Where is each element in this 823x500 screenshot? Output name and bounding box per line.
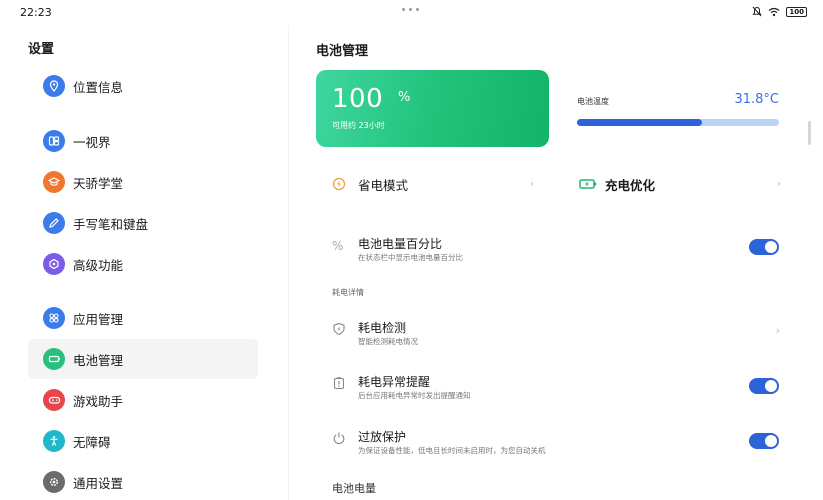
battery-percentage-toggle[interactable] bbox=[749, 239, 779, 255]
sidebar-item-label: 天骄学堂 bbox=[73, 175, 124, 191]
sidebar-item-label: 无障碍 bbox=[73, 434, 111, 450]
sidebar-item-label: 一视界 bbox=[73, 134, 111, 150]
settings-sidebar: 设置 位置信息 一视界 天骄学堂 手写笔和键盘 高级功能 应用管理 电池管理 游… bbox=[0, 26, 288, 500]
chevron-right-icon: › bbox=[776, 177, 781, 190]
accessibility-icon bbox=[43, 430, 65, 452]
alert-battery-icon bbox=[333, 377, 345, 390]
sidebar-item-battery[interactable]: 电池管理 bbox=[28, 339, 258, 379]
wifi-icon bbox=[769, 7, 780, 16]
power-icon bbox=[333, 432, 345, 445]
page-title: 电池管理 bbox=[316, 44, 369, 59]
battery-percentage-row: % 电池电量百分比 在状态栏中显示电池电量百分比 bbox=[332, 231, 782, 267]
sidebar-item-game[interactable]: 游戏助手 bbox=[28, 380, 258, 420]
location-icon bbox=[43, 75, 65, 97]
status-time: 22:23 bbox=[20, 6, 52, 19]
discharge-protection-subtitle: 为保证设备性能，低电且长时间未启用时，为您自动关机 bbox=[358, 446, 546, 455]
features-icon bbox=[43, 253, 65, 275]
status-icons: 100 bbox=[752, 6, 807, 17]
sidebar-item-academy[interactable]: 天骄学堂 bbox=[28, 162, 258, 202]
apps-icon bbox=[43, 307, 65, 329]
sidebar-item-label: 手写笔和键盘 bbox=[73, 216, 149, 232]
multi-window-icon bbox=[43, 130, 65, 152]
power-saving-icon bbox=[332, 177, 346, 191]
sidebar-item-general[interactable]: 通用设置 bbox=[28, 462, 258, 500]
battery-icon bbox=[43, 348, 65, 370]
battery-remaining: 可用约 23小时 bbox=[332, 121, 385, 130]
multitask-dots-icon[interactable] bbox=[402, 8, 419, 11]
discharge-protection-toggle[interactable] bbox=[749, 433, 779, 449]
gear-icon bbox=[43, 471, 65, 493]
sidebar-item-label: 位置信息 bbox=[73, 79, 124, 95]
shield-icon bbox=[333, 322, 345, 336]
abnormal-alert-toggle[interactable] bbox=[749, 378, 779, 394]
percent-icon: % bbox=[332, 239, 344, 253]
panel-divider bbox=[288, 26, 289, 500]
sidebar-item-accessibility[interactable]: 无障碍 bbox=[28, 421, 258, 461]
sidebar-item-label: 通用设置 bbox=[73, 475, 124, 491]
battery-percentage-title: 电池电量百分比 bbox=[358, 237, 443, 251]
sidebar-item-advanced[interactable]: 高级功能 bbox=[28, 244, 258, 284]
battery-status-badge: 100 bbox=[786, 6, 807, 17]
sidebar-item-multiview[interactable]: 一视界 bbox=[28, 121, 258, 161]
charge-optimization-label: 充电优化 bbox=[605, 177, 656, 193]
pen-icon bbox=[43, 212, 65, 234]
sidebar-item-pen-keyboard[interactable]: 手写笔和键盘 bbox=[28, 203, 258, 243]
scrollbar[interactable] bbox=[808, 121, 811, 145]
sidebar-item-location[interactable]: 位置信息 bbox=[28, 66, 258, 106]
section-label-details: 耗电详情 bbox=[332, 288, 364, 297]
discharge-protection-title: 过放保护 bbox=[358, 430, 407, 444]
battery-percent-unit: % bbox=[398, 90, 411, 105]
temperature-label: 电池温度 bbox=[577, 97, 609, 106]
abnormal-alert-title: 耗电异常提醒 bbox=[358, 375, 431, 389]
sidebar-item-label: 电池管理 bbox=[73, 352, 124, 368]
sidebar-item-label: 应用管理 bbox=[73, 311, 124, 327]
charge-optimization-tile[interactable]: 充电优化 › bbox=[579, 169, 781, 199]
section-label-battery-level: 电池电量 bbox=[332, 482, 376, 495]
temperature-value: 31.8°C bbox=[734, 92, 779, 107]
gamepad-icon bbox=[43, 389, 65, 411]
battery-percent: 100 bbox=[332, 84, 384, 114]
power-saving-tile[interactable]: 省电模式 › bbox=[332, 169, 534, 199]
sidebar-item-label: 游戏助手 bbox=[73, 393, 124, 409]
abnormal-alert-row: 耗电异常提醒 后台应用耗电异常时发出提醒通知 bbox=[332, 369, 782, 405]
sidebar-item-label: 高级功能 bbox=[73, 257, 124, 273]
battery-percentage-subtitle: 在状态栏中显示电池电量百分比 bbox=[358, 253, 463, 262]
battery-level-card[interactable]: 100 % 可用约 23小时 bbox=[316, 70, 549, 147]
battery-panel: 电池管理 100 % 可用约 23小时 电池温度 31.8°C 省电模式 › 充… bbox=[300, 26, 800, 500]
discharge-protection-row: 过放保护 为保证设备性能，低电且长时间未启用时，为您自动关机 bbox=[332, 424, 782, 460]
consumption-check-row[interactable]: 耗电检测 智能检测耗电情况 › bbox=[332, 315, 782, 351]
sidebar-item-apps[interactable]: 应用管理 bbox=[28, 298, 258, 338]
chevron-right-icon: › bbox=[775, 324, 780, 337]
sidebar-title: 设置 bbox=[28, 42, 55, 57]
abnormal-alert-subtitle: 后台应用耗电异常时发出提醒通知 bbox=[358, 391, 471, 400]
graduation-icon bbox=[43, 171, 65, 193]
temperature-bar-fill bbox=[577, 119, 703, 126]
power-saving-label: 省电模式 bbox=[358, 177, 409, 193]
consumption-check-subtitle: 智能检测耗电情况 bbox=[358, 337, 418, 346]
chevron-right-icon: › bbox=[529, 177, 534, 190]
status-bar: 22:23 100 bbox=[0, 0, 823, 26]
temperature-bar bbox=[577, 119, 779, 126]
consumption-check-title: 耗电检测 bbox=[358, 321, 407, 335]
charging-battery-icon bbox=[579, 179, 597, 189]
mute-bell-icon bbox=[752, 6, 762, 17]
